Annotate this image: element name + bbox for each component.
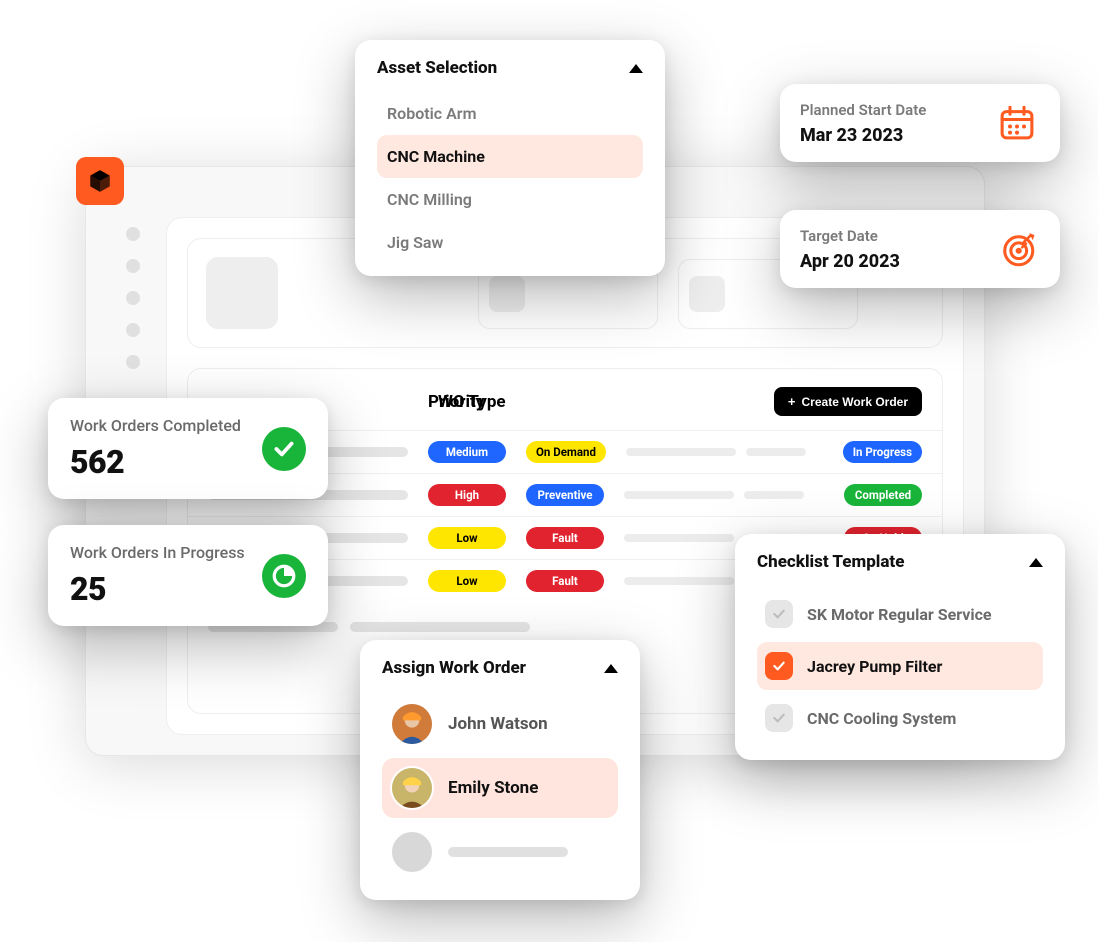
collapse-icon[interactable] — [604, 664, 618, 673]
checklist-item[interactable]: Jacrey Pump Filter — [757, 642, 1043, 690]
checklist-item-label: Jacrey Pump Filter — [807, 657, 942, 676]
assign-item[interactable] — [382, 822, 618, 882]
asset-item[interactable]: CNC Machine — [377, 135, 643, 178]
create-work-order-button[interactable]: + Create Work Order — [774, 387, 922, 416]
assign-item[interactable]: Emily Stone — [382, 758, 618, 818]
priority-pill: Low — [428, 570, 506, 592]
avatar — [390, 702, 434, 746]
assignee-name: John Watson — [448, 714, 548, 734]
type-pill: Fault — [526, 527, 604, 549]
planned-start-card: Planned Start Date Mar 23 2023 — [780, 84, 1060, 162]
asset-selection-card: Asset Selection Robotic ArmCNC MachineCN… — [355, 40, 665, 276]
target-date-card: Target Date Apr 20 2023 — [780, 210, 1060, 288]
asset-item[interactable]: Robotic Arm — [377, 92, 643, 135]
priority-pill: Low — [428, 527, 506, 549]
inprogress-metric-card: Work Orders In Progress 25 — [48, 525, 328, 626]
row-skeleton — [624, 491, 824, 499]
checkbox-icon — [765, 652, 793, 680]
checklist-template-card: Checklist Template SK Motor Regular Serv… — [735, 534, 1065, 760]
priority-pill: High — [428, 484, 506, 506]
assignee-name: Emily Stone — [448, 778, 538, 798]
status-pill: Completed — [844, 484, 922, 506]
checkbox-icon — [765, 704, 793, 732]
name-placeholder — [448, 847, 568, 857]
image-placeholder — [206, 257, 278, 329]
collapse-icon[interactable] — [1029, 558, 1043, 567]
inprogress-label: Work Orders In Progress — [70, 543, 262, 562]
completed-value: 562 — [70, 443, 262, 481]
type-column-header: WO Type — [428, 392, 578, 412]
type-pill: On Demand — [526, 441, 606, 463]
create-button-label: Create Work Order — [802, 395, 908, 409]
target-date-value: Apr 20 2023 — [800, 251, 980, 272]
completed-metric-card: Work Orders Completed 562 — [48, 398, 328, 499]
planned-start-value: Mar 23 2023 — [800, 125, 980, 146]
row-skeleton — [626, 448, 823, 456]
assign-title: Assign Work Order — [382, 658, 526, 678]
assign-work-order-card: Assign Work Order John Watson Emily Stone — [360, 640, 640, 900]
plus-icon: + — [788, 394, 796, 409]
target-icon — [994, 226, 1040, 272]
nav-skeleton — [126, 227, 140, 369]
checkbox-icon — [765, 600, 793, 628]
checklist-item-label: SK Motor Regular Service — [807, 605, 992, 624]
inprogress-value: 25 — [70, 570, 262, 608]
asset-item[interactable]: CNC Milling — [377, 178, 643, 221]
completed-label: Work Orders Completed — [70, 416, 262, 435]
assign-item[interactable]: John Watson — [382, 694, 618, 754]
collapse-icon[interactable] — [629, 64, 643, 73]
type-pill: Preventive — [526, 484, 604, 506]
priority-pill: Medium — [428, 441, 506, 463]
asset-item[interactable]: Jig Saw — [377, 221, 643, 264]
cube-icon — [87, 168, 113, 194]
progress-badge-icon — [262, 554, 306, 598]
app-logo — [76, 157, 124, 205]
planned-start-label: Planned Start Date — [800, 101, 980, 119]
calendar-icon — [994, 100, 1040, 146]
asset-selection-title: Asset Selection — [377, 58, 497, 78]
checklist-item-label: CNC Cooling System — [807, 709, 956, 728]
check-badge-icon — [262, 427, 306, 471]
checklist-item[interactable]: SK Motor Regular Service — [757, 590, 1043, 638]
status-pill: In Progress — [843, 441, 922, 463]
checklist-title: Checklist Template — [757, 552, 904, 572]
target-date-label: Target Date — [800, 227, 980, 245]
type-pill: Fault — [526, 570, 604, 592]
avatar — [390, 766, 434, 810]
avatar-placeholder — [390, 830, 434, 874]
checklist-item[interactable]: CNC Cooling System — [757, 694, 1043, 742]
